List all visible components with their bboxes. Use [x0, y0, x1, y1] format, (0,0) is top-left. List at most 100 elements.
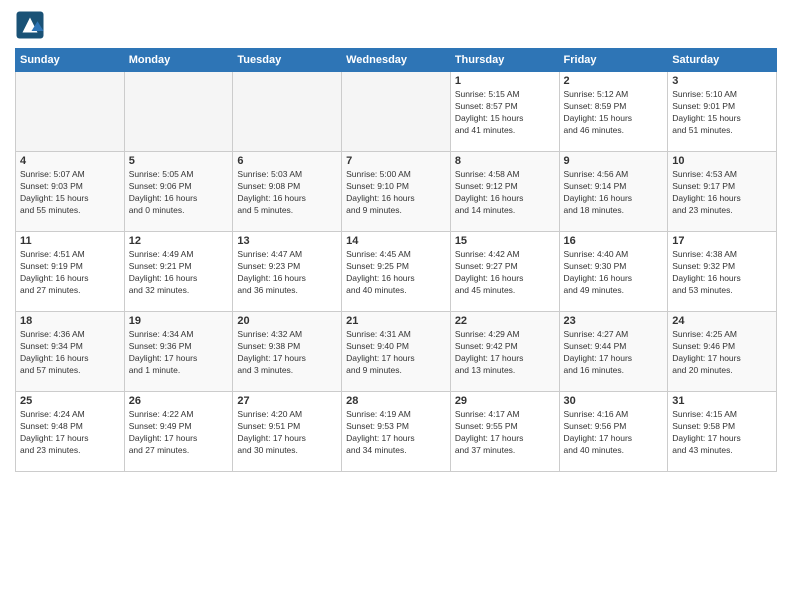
logo: [15, 10, 49, 40]
day-info: Sunrise: 4:38 AM Sunset: 9:32 PM Dayligh…: [672, 249, 772, 297]
day-number: 16: [564, 235, 664, 247]
calendar-cell: 12 Sunrise: 4:49 AM Sunset: 9:21 PM Dayli…: [124, 232, 233, 312]
day-info: Sunrise: 4:32 AM Sunset: 9:38 PM Dayligh…: [237, 329, 337, 377]
calendar-cell: [342, 72, 451, 152]
day-number: 25: [20, 395, 120, 407]
day-number: 19: [129, 315, 229, 327]
day-info: Sunrise: 4:42 AM Sunset: 9:27 PM Dayligh…: [455, 249, 555, 297]
calendar-cell: 28 Sunrise: 4:19 AM Sunset: 9:53 PM Dayli…: [342, 392, 451, 472]
calendar-cell: 23 Sunrise: 4:27 AM Sunset: 9:44 PM Dayli…: [559, 312, 668, 392]
day-info: Sunrise: 4:47 AM Sunset: 9:23 PM Dayligh…: [237, 249, 337, 297]
day-number: 18: [20, 315, 120, 327]
day-number: 24: [672, 315, 772, 327]
day-number: 5: [129, 155, 229, 167]
day-number: 21: [346, 315, 446, 327]
weekday-header-wednesday: Wednesday: [342, 49, 451, 72]
day-info: Sunrise: 4:29 AM Sunset: 9:42 PM Dayligh…: [455, 329, 555, 377]
day-info: Sunrise: 4:31 AM Sunset: 9:40 PM Dayligh…: [346, 329, 446, 377]
day-info: Sunrise: 4:45 AM Sunset: 9:25 PM Dayligh…: [346, 249, 446, 297]
day-info: Sunrise: 4:40 AM Sunset: 9:30 PM Dayligh…: [564, 249, 664, 297]
weekday-header-monday: Monday: [124, 49, 233, 72]
calendar-cell: 1 Sunrise: 5:15 AM Sunset: 8:57 PM Daylig…: [450, 72, 559, 152]
calendar-cell: 22 Sunrise: 4:29 AM Sunset: 9:42 PM Dayli…: [450, 312, 559, 392]
day-number: 1: [455, 75, 555, 87]
weekday-header-friday: Friday: [559, 49, 668, 72]
day-info: Sunrise: 5:10 AM Sunset: 9:01 PM Dayligh…: [672, 89, 772, 137]
day-info: Sunrise: 5:00 AM Sunset: 9:10 PM Dayligh…: [346, 169, 446, 217]
day-number: 9: [564, 155, 664, 167]
weekday-header-sunday: Sunday: [16, 49, 125, 72]
calendar-table: SundayMondayTuesdayWednesdayThursdayFrid…: [15, 48, 777, 472]
weekday-header-tuesday: Tuesday: [233, 49, 342, 72]
day-info: Sunrise: 4:16 AM Sunset: 9:56 PM Dayligh…: [564, 409, 664, 457]
day-info: Sunrise: 4:58 AM Sunset: 9:12 PM Dayligh…: [455, 169, 555, 217]
calendar-cell: 27Sunrise: 4:20 AM Sunset: 9:51 PM Dayli…: [233, 392, 342, 472]
day-number: 22: [455, 315, 555, 327]
calendar-cell: 4 Sunrise: 5:07 AM Sunset: 9:03 PM Daylig…: [16, 152, 125, 232]
calendar-cell: 6Sunrise: 5:03 AM Sunset: 9:08 PM Daylig…: [233, 152, 342, 232]
day-number: 17: [672, 235, 772, 247]
calendar-cell: 30 Sunrise: 4:16 AM Sunset: 9:56 PM Dayli…: [559, 392, 668, 472]
day-number: 26: [129, 395, 229, 407]
day-number: 23: [564, 315, 664, 327]
week-row-3: 11 Sunrise: 4:51 AM Sunset: 9:19 PM Dayli…: [16, 232, 777, 312]
calendar-cell: [16, 72, 125, 152]
calendar-cell: 19 Sunrise: 4:34 AM Sunset: 9:36 PM Dayli…: [124, 312, 233, 392]
day-number: 31: [672, 395, 772, 407]
day-info: Sunrise: 4:34 AM Sunset: 9:36 PM Dayligh…: [129, 329, 229, 377]
day-info: Sunrise: 4:19 AM Sunset: 9:53 PM Dayligh…: [346, 409, 446, 457]
day-info: Sunrise: 5:15 AM Sunset: 8:57 PM Dayligh…: [455, 89, 555, 137]
calendar-cell: 7Sunrise: 5:00 AM Sunset: 9:10 PM Daylig…: [342, 152, 451, 232]
weekday-header-row: SundayMondayTuesdayWednesdayThursdayFrid…: [16, 49, 777, 72]
day-number: 15: [455, 235, 555, 247]
day-info: Sunrise: 4:49 AM Sunset: 9:21 PM Dayligh…: [129, 249, 229, 297]
calendar-cell: 20 Sunrise: 4:32 AM Sunset: 9:38 PM Dayli…: [233, 312, 342, 392]
day-number: 3: [672, 75, 772, 87]
day-info: Sunrise: 4:25 AM Sunset: 9:46 PM Dayligh…: [672, 329, 772, 377]
calendar-cell: 18 Sunrise: 4:36 AM Sunset: 9:34 PM Dayli…: [16, 312, 125, 392]
day-number: 30: [564, 395, 664, 407]
weekday-header-saturday: Saturday: [668, 49, 777, 72]
calendar-cell: 26Sunrise: 4:22 AM Sunset: 9:49 PM Dayli…: [124, 392, 233, 472]
day-info: Sunrise: 5:03 AM Sunset: 9:08 PM Dayligh…: [237, 169, 337, 217]
day-info: Sunrise: 4:53 AM Sunset: 9:17 PM Dayligh…: [672, 169, 772, 217]
day-number: 13: [237, 235, 337, 247]
calendar-cell: 9 Sunrise: 4:56 AM Sunset: 9:14 PM Daylig…: [559, 152, 668, 232]
logo-icon: [15, 10, 45, 40]
day-info: Sunrise: 4:15 AM Sunset: 9:58 PM Dayligh…: [672, 409, 772, 457]
day-info: Sunrise: 4:17 AM Sunset: 9:55 PM Dayligh…: [455, 409, 555, 457]
weekday-header-thursday: Thursday: [450, 49, 559, 72]
day-number: 28: [346, 395, 446, 407]
calendar-cell: 15 Sunrise: 4:42 AM Sunset: 9:27 PM Dayli…: [450, 232, 559, 312]
day-number: 4: [20, 155, 120, 167]
day-number: 10: [672, 155, 772, 167]
calendar-cell: 24 Sunrise: 4:25 AM Sunset: 9:46 PM Dayli…: [668, 312, 777, 392]
week-row-5: 25Sunrise: 4:24 AM Sunset: 9:48 PM Dayli…: [16, 392, 777, 472]
day-info: Sunrise: 5:07 AM Sunset: 9:03 PM Dayligh…: [20, 169, 120, 217]
week-row-4: 18 Sunrise: 4:36 AM Sunset: 9:34 PM Dayli…: [16, 312, 777, 392]
day-info: Sunrise: 4:51 AM Sunset: 9:19 PM Dayligh…: [20, 249, 120, 297]
day-number: 27: [237, 395, 337, 407]
day-number: 8: [455, 155, 555, 167]
day-info: Sunrise: 4:36 AM Sunset: 9:34 PM Dayligh…: [20, 329, 120, 377]
day-info: Sunrise: 4:27 AM Sunset: 9:44 PM Dayligh…: [564, 329, 664, 377]
calendar-cell: 13 Sunrise: 4:47 AM Sunset: 9:23 PM Dayli…: [233, 232, 342, 312]
day-info: Sunrise: 4:56 AM Sunset: 9:14 PM Dayligh…: [564, 169, 664, 217]
calendar-cell: 25Sunrise: 4:24 AM Sunset: 9:48 PM Dayli…: [16, 392, 125, 472]
day-number: 29: [455, 395, 555, 407]
week-row-1: 1 Sunrise: 5:15 AM Sunset: 8:57 PM Daylig…: [16, 72, 777, 152]
calendar-cell: 2Sunrise: 5:12 AM Sunset: 8:59 PM Daylig…: [559, 72, 668, 152]
day-number: 20: [237, 315, 337, 327]
calendar-cell: 10 Sunrise: 4:53 AM Sunset: 9:17 PM Dayli…: [668, 152, 777, 232]
calendar-cell: 17 Sunrise: 4:38 AM Sunset: 9:32 PM Dayli…: [668, 232, 777, 312]
day-info: Sunrise: 5:05 AM Sunset: 9:06 PM Dayligh…: [129, 169, 229, 217]
day-number: 11: [20, 235, 120, 247]
calendar-cell: 5 Sunrise: 5:05 AM Sunset: 9:06 PM Daylig…: [124, 152, 233, 232]
day-number: 14: [346, 235, 446, 247]
calendar-cell: [233, 72, 342, 152]
calendar-cell: 21 Sunrise: 4:31 AM Sunset: 9:40 PM Dayli…: [342, 312, 451, 392]
calendar-cell: 14 Sunrise: 4:45 AM Sunset: 9:25 PM Dayli…: [342, 232, 451, 312]
calendar-cell: 11 Sunrise: 4:51 AM Sunset: 9:19 PM Dayli…: [16, 232, 125, 312]
day-number: 12: [129, 235, 229, 247]
day-info: Sunrise: 5:12 AM Sunset: 8:59 PM Dayligh…: [564, 89, 664, 137]
